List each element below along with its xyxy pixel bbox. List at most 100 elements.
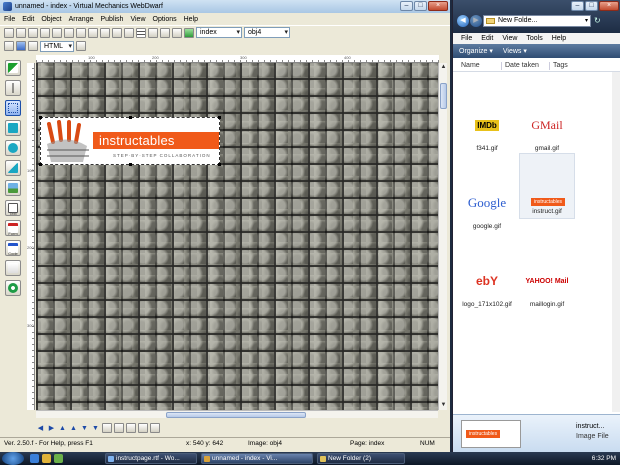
rectangle-icon[interactable]: [5, 120, 21, 136]
scroll-up-icon[interactable]: ▲: [439, 63, 448, 72]
new-file-icon[interactable]: [4, 27, 14, 38]
align-icon[interactable]: [148, 27, 158, 38]
grid-icon[interactable]: [136, 27, 146, 38]
folder-icon[interactable]: [42, 454, 51, 463]
horizontal-scrollbar[interactable]: [36, 410, 438, 418]
text-cursor-icon[interactable]: [5, 80, 21, 96]
menu-arrange[interactable]: Arrange: [69, 16, 94, 23]
file-item[interactable]: YAHOO! Mail maillogin.gif: [519, 251, 575, 313]
internet-icon[interactable]: [16, 41, 26, 51]
menu-tools[interactable]: Tools: [526, 35, 542, 42]
arrow-up-icon[interactable]: ▲: [58, 424, 67, 433]
resize-handle[interactable]: [129, 116, 132, 119]
arrow-down-icon[interactable]: ▼: [91, 424, 100, 433]
circle-icon[interactable]: [5, 140, 21, 156]
media-icon[interactable]: [54, 454, 63, 463]
start-button[interactable]: [2, 452, 24, 465]
resize-handle[interactable]: [129, 163, 132, 166]
text-icon[interactable]: Text: [5, 200, 21, 216]
chevron-down-icon[interactable]: ▾: [585, 16, 588, 26]
page-canvas[interactable]: [36, 63, 438, 410]
system-clock[interactable]: 6:32 PM: [560, 453, 618, 464]
browser-icon[interactable]: [4, 41, 14, 51]
explorer-title-bar[interactable]: – □ × ◀ ▶ New Folde... ▾ ↻: [453, 0, 620, 33]
scroll-thumb[interactable]: [166, 412, 306, 418]
resize-handle[interactable]: [218, 116, 221, 119]
menu-view[interactable]: View: [502, 35, 517, 42]
page-select[interactable]: index: [196, 27, 242, 38]
polygon-icon[interactable]: [5, 160, 21, 176]
code-icon[interactable]: Code: [5, 240, 21, 256]
title-bar[interactable]: unnamed - index - Virtual Mechanics WebD…: [0, 0, 450, 13]
minimize-button[interactable]: –: [400, 1, 413, 11]
column-name[interactable]: Name: [461, 62, 480, 69]
menu-help[interactable]: Help: [552, 35, 566, 42]
align-left-icon[interactable]: [126, 423, 136, 433]
menu-options[interactable]: Options: [153, 16, 177, 23]
frame-icon[interactable]: [124, 27, 134, 38]
arrow-right-icon[interactable]: ▶: [47, 424, 56, 433]
menu-view[interactable]: View: [130, 16, 145, 23]
scroll-thumb[interactable]: [440, 83, 447, 109]
select-arrow-icon[interactable]: [5, 60, 21, 76]
layer-icon[interactable]: [160, 27, 170, 38]
scroll-down-icon[interactable]: ▼: [439, 401, 448, 410]
file-item[interactable]: ebY logo_171x102.gif: [459, 251, 515, 313]
minimize-button[interactable]: –: [571, 1, 584, 11]
open-folder-icon[interactable]: [16, 27, 26, 38]
forward-icon[interactable]: ▶: [470, 15, 482, 27]
save-icon[interactable]: [28, 27, 38, 38]
arrow-down-icon[interactable]: ▼: [80, 424, 89, 433]
ungroup-icon[interactable]: [114, 423, 124, 433]
menu-publish[interactable]: Publish: [100, 16, 123, 23]
cut-icon[interactable]: [40, 27, 50, 38]
print-icon[interactable]: [100, 27, 110, 38]
form-icon[interactable]: Form: [5, 220, 21, 236]
file-item[interactable]: GMail gmail.gif: [519, 95, 575, 157]
task-wordpad[interactable]: instructpage.rtf - Wo...: [105, 453, 197, 464]
align-right-icon[interactable]: [150, 423, 160, 433]
task-new-folder[interactable]: New Folder (2): [317, 453, 405, 464]
file-item[interactable]: Google google.gif: [459, 173, 515, 235]
file-item[interactable]: IMDb f341.gif: [459, 95, 515, 157]
close-button[interactable]: ×: [599, 1, 619, 11]
copy-icon[interactable]: [52, 27, 62, 38]
paste-icon[interactable]: [64, 27, 74, 38]
task-webdwarf[interactable]: unnamed - index - Vi...: [201, 453, 313, 464]
publish-icon[interactable]: [184, 27, 194, 38]
instructables-logo-object[interactable]: instructables STEP·BY·STEP COLLABORATION: [39, 116, 221, 166]
column-tags[interactable]: Tags: [553, 62, 568, 69]
undo-icon[interactable]: [76, 27, 86, 38]
views-button[interactable]: Views ▾: [503, 47, 527, 55]
menu-file[interactable]: File: [4, 16, 15, 23]
help-pointer-icon[interactable]: [76, 41, 86, 51]
organize-button[interactable]: Organize ▾: [459, 47, 493, 55]
menu-help[interactable]: Help: [184, 16, 198, 23]
format-select[interactable]: HTML: [40, 40, 74, 52]
link-icon[interactable]: [5, 280, 21, 296]
redo-icon[interactable]: [88, 27, 98, 38]
menu-object[interactable]: Object: [41, 16, 61, 23]
arrow-up-icon[interactable]: ▲: [69, 424, 78, 433]
close-button[interactable]: ×: [428, 1, 448, 11]
vertical-scrollbar[interactable]: ▲ ▼: [438, 63, 447, 410]
ie-icon[interactable]: [30, 454, 39, 463]
maximize-button[interactable]: □: [585, 1, 598, 11]
address-bar[interactable]: New Folde... ▾: [483, 15, 591, 27]
align-center-icon[interactable]: [138, 423, 148, 433]
java-icon[interactable]: [5, 260, 21, 276]
menu-file[interactable]: File: [461, 35, 472, 42]
refresh-icon[interactable]: ↻: [594, 15, 604, 27]
menu-edit[interactable]: Edit: [22, 16, 34, 23]
image-icon[interactable]: [5, 180, 21, 196]
object-select[interactable]: obj4: [244, 27, 290, 38]
preview-icon[interactable]: [172, 27, 182, 38]
resize-handle[interactable]: [39, 163, 42, 166]
menu-edit[interactable]: Edit: [481, 35, 493, 42]
resize-handle[interactable]: [218, 163, 221, 166]
check-icon[interactable]: [28, 41, 38, 51]
back-icon[interactable]: ◀: [457, 15, 469, 27]
explorer-scrollbar[interactable]: [612, 72, 620, 412]
page-setup-icon[interactable]: [112, 27, 122, 38]
group-icon[interactable]: [102, 423, 112, 433]
